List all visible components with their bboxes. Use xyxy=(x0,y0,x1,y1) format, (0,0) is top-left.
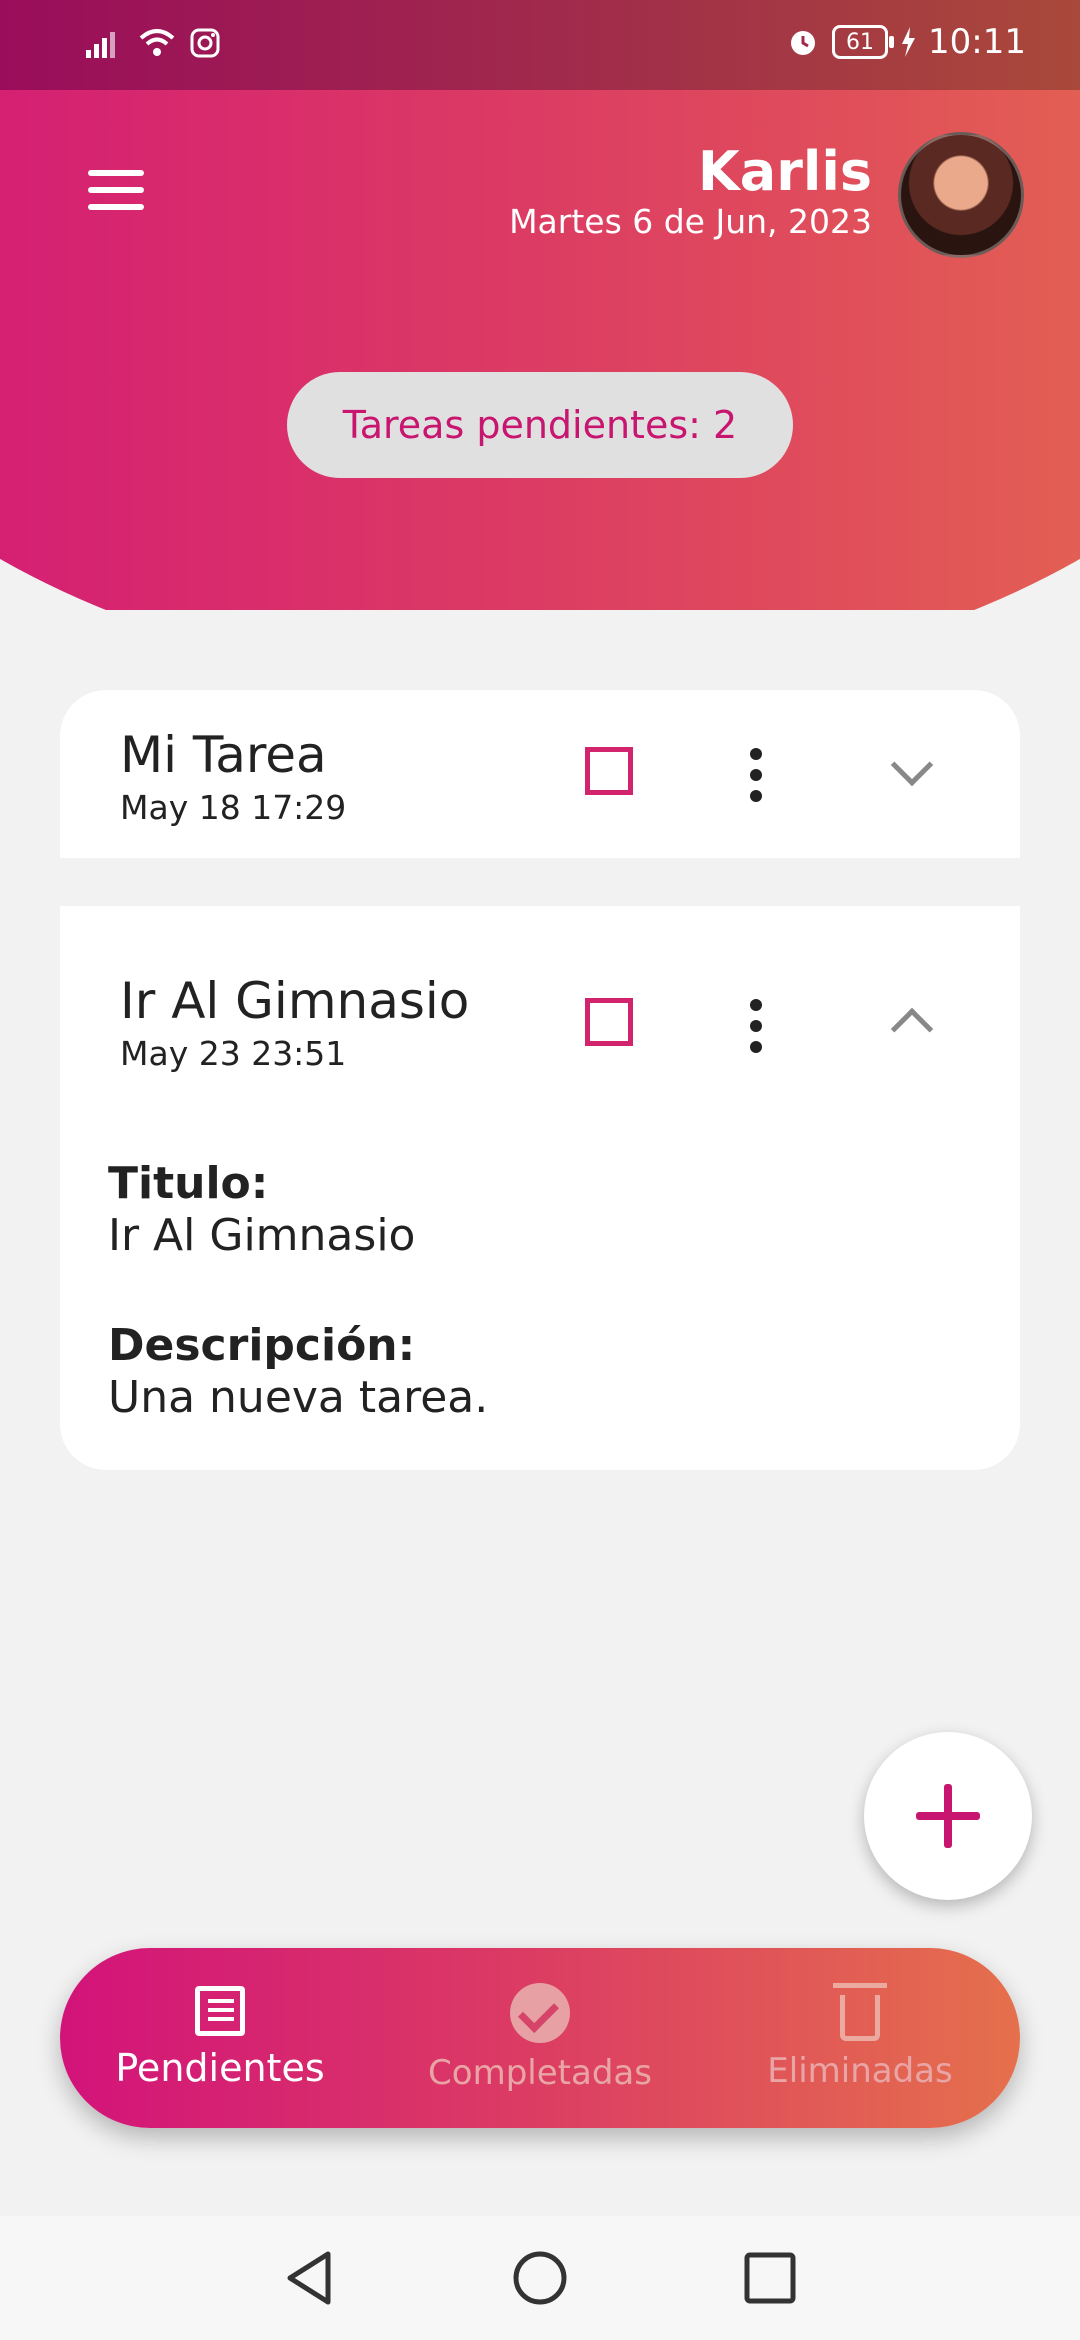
task-title: Mi Tarea xyxy=(120,726,327,784)
nav-item-completadas[interactable]: Completadas xyxy=(390,1948,690,2128)
detail-description-label: Descripción: xyxy=(108,1320,416,1371)
back-icon[interactable] xyxy=(284,2250,334,2306)
instagram-icon xyxy=(190,28,220,58)
nav-label: Completadas xyxy=(428,2053,652,2093)
current-date: Martes 6 de Jun, 2023 xyxy=(509,202,872,241)
recents-icon[interactable] xyxy=(744,2252,796,2304)
battery-icon: 61 xyxy=(832,25,895,59)
task-title: Ir Al Gimnasio xyxy=(120,972,470,1030)
chevron-down-icon[interactable] xyxy=(890,743,934,787)
task-card[interactable]: Mi Tarea May 18 17:29 xyxy=(60,690,1020,858)
nav-label: Pendientes xyxy=(115,2046,325,2090)
check-circle-icon xyxy=(510,1983,570,2043)
trash-icon xyxy=(833,1983,887,2041)
nav-item-eliminadas[interactable]: Eliminadas xyxy=(710,1948,1010,2128)
more-options-icon[interactable] xyxy=(749,748,763,802)
add-task-button[interactable] xyxy=(864,1732,1032,1900)
nav-label: Eliminadas xyxy=(767,2051,953,2091)
user-name: Karlis xyxy=(697,140,872,203)
hamburger-icon xyxy=(88,170,144,176)
avatar[interactable] xyxy=(898,132,1024,258)
task-date: May 23 23:51 xyxy=(120,1034,347,1073)
menu-button[interactable] xyxy=(88,170,144,214)
alarm-icon xyxy=(791,31,816,55)
task-card[interactable]: Ir Al Gimnasio May 23 23:51 Titulo: Ir A… xyxy=(60,906,1020,1470)
task-complete-checkbox[interactable] xyxy=(585,747,633,795)
detail-description-value: Una nueva tarea. xyxy=(108,1372,489,1423)
charging-icon xyxy=(902,27,916,57)
status-left-icons xyxy=(84,26,220,60)
list-icon xyxy=(195,1986,245,2036)
pending-count-label: Tareas pendientes: 2 xyxy=(342,403,738,447)
clock: 10:11 xyxy=(928,22,1026,62)
bottom-navigation: Pendientes Completadas Eliminadas xyxy=(60,1948,1020,2128)
task-date: May 18 17:29 xyxy=(120,788,347,827)
system-navigation-bar xyxy=(0,2216,1080,2340)
home-icon[interactable] xyxy=(512,2250,568,2306)
status-bar: 61 10:11 xyxy=(0,0,1080,90)
wifi-icon xyxy=(139,29,175,56)
detail-title-label: Titulo: xyxy=(108,1158,269,1209)
detail-title-value: Ir Al Gimnasio xyxy=(108,1210,416,1261)
chevron-up-icon[interactable] xyxy=(890,1007,934,1051)
signal-icon xyxy=(86,32,115,58)
pending-count-badge: Tareas pendientes: 2 xyxy=(287,372,793,478)
status-right-icons: 61 10:11 xyxy=(786,22,1026,62)
nav-item-pendientes[interactable]: Pendientes xyxy=(70,1948,370,2128)
more-options-icon[interactable] xyxy=(749,999,763,1053)
task-complete-checkbox[interactable] xyxy=(585,998,633,1046)
